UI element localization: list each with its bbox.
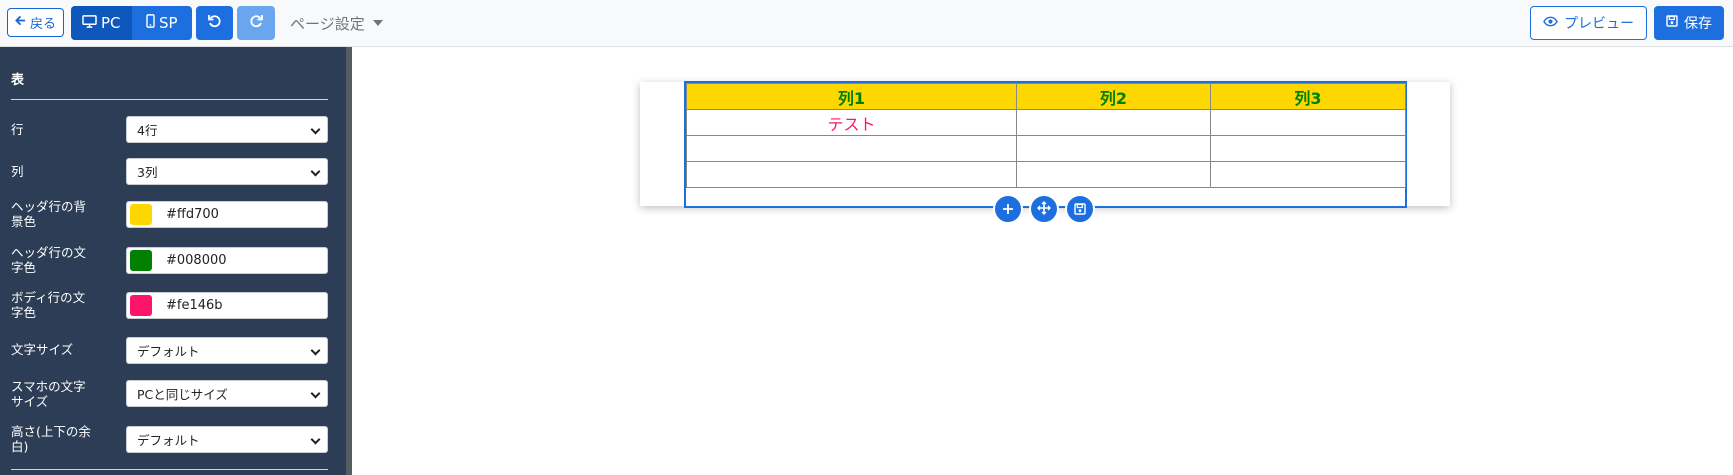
sidebar-divider	[11, 469, 328, 470]
body-text-swatch[interactable]	[130, 295, 152, 316]
page-settings-label: ページ設定	[290, 14, 365, 33]
undo-button[interactable]	[196, 6, 233, 40]
sp-font-size-value: PCと同じサイズ	[137, 387, 228, 402]
table-cell[interactable]: テスト	[686, 109, 1017, 136]
back-label: 戻る	[29, 17, 56, 32]
table-row: テスト	[686, 109, 1406, 136]
sidebar-divider	[11, 99, 328, 100]
table-cell[interactable]	[1016, 109, 1211, 136]
device-toggle: PC SP	[71, 6, 192, 40]
floppy-disk-icon	[1666, 15, 1678, 31]
floppy-disk-icon	[1074, 199, 1086, 220]
preview-label: プレビュー	[1564, 16, 1634, 32]
chevron-down-icon	[310, 166, 321, 177]
rows-label: 行	[11, 122, 24, 137]
table-cell[interactable]	[1016, 161, 1211, 188]
table-header-cell[interactable]: 列3	[1210, 83, 1406, 110]
smartphone-icon	[146, 14, 155, 32]
columns-value: 3列	[137, 165, 158, 180]
height-padding-select[interactable]: デフォルト	[126, 426, 328, 453]
chevron-down-icon	[310, 124, 321, 135]
save-block-button[interactable]	[1065, 194, 1095, 224]
back-button[interactable]: 戻る	[7, 8, 64, 37]
arrow-left-icon	[15, 15, 26, 30]
save-label: 保存	[1684, 16, 1712, 32]
height-padding-label: 高さ(上下の余白)	[11, 424, 91, 454]
device-pc-button[interactable]: PC	[71, 6, 132, 40]
add-block-button[interactable]	[993, 194, 1023, 224]
top-toolbar: 戻る PC SP ページ設定 プレビュー 保存	[0, 0, 1733, 47]
body-text-color-value: #fe146b	[166, 298, 223, 313]
sp-font-size-label: スマホの文字サイズ	[11, 379, 86, 409]
redo-icon	[248, 13, 264, 33]
rows-select[interactable]: 4行	[126, 116, 328, 143]
page-settings-dropdown[interactable]: ページ設定	[290, 12, 383, 34]
preview-button[interactable]: プレビュー	[1530, 6, 1647, 40]
font-size-select[interactable]: デフォルト	[126, 337, 328, 364]
header-bg-swatch[interactable]	[130, 204, 152, 225]
device-sp-label: SP	[158, 14, 178, 32]
table-cell[interactable]	[686, 161, 1017, 188]
plus-icon	[1002, 199, 1014, 220]
sidebar-title: 表	[11, 73, 25, 88]
header-text-swatch[interactable]	[130, 250, 152, 271]
table-cell[interactable]	[1210, 161, 1406, 188]
table-cell[interactable]	[1210, 109, 1406, 136]
move-block-button[interactable]	[1029, 194, 1059, 224]
monitor-icon	[82, 14, 97, 32]
header-text-color-label: ヘッダ行の文字色	[11, 245, 87, 275]
eye-icon	[1543, 15, 1558, 31]
device-pc-label: PC	[100, 14, 121, 32]
font-size-label: 文字サイズ	[11, 342, 74, 357]
header-text-color-field[interactable]: #008000	[126, 247, 328, 274]
move-arrows-icon	[1037, 199, 1051, 220]
undo-icon	[207, 13, 223, 33]
sp-font-size-select[interactable]: PCと同じサイズ	[126, 380, 328, 407]
chevron-down-icon	[310, 345, 321, 356]
chevron-down-icon	[310, 434, 321, 445]
table-header-cell[interactable]: 列1	[686, 83, 1017, 110]
table-block[interactable]: 列1 列2 列3 テスト	[684, 81, 1407, 208]
redo-button[interactable]	[237, 6, 275, 40]
header-bg-label: ヘッダ行の背景色	[11, 199, 87, 229]
table-header-row: 列1 列2 列3	[686, 83, 1406, 110]
font-size-value: デフォルト	[137, 344, 200, 359]
caret-down-icon	[372, 20, 383, 26]
data-table: 列1 列2 列3 テスト	[686, 83, 1406, 188]
header-bg-value: #ffd700	[166, 207, 219, 222]
body-text-color-field[interactable]: #fe146b	[126, 292, 328, 319]
device-sp-button[interactable]: SP	[132, 6, 193, 40]
columns-select[interactable]: 3列	[126, 158, 328, 185]
chevron-down-icon	[310, 388, 321, 399]
body-text-color-label: ボディ行の文字色	[11, 290, 86, 320]
header-bg-color-field[interactable]: #ffd700	[126, 201, 328, 228]
table-header-cell[interactable]: 列2	[1016, 83, 1211, 110]
height-padding-value: デフォルト	[137, 433, 200, 448]
table-row	[686, 161, 1406, 188]
table-row	[686, 135, 1406, 162]
columns-label: 列	[11, 164, 24, 179]
save-button[interactable]: 保存	[1654, 6, 1724, 40]
rows-value: 4行	[137, 123, 158, 138]
header-text-color-value: #008000	[166, 253, 227, 268]
table-cell[interactable]	[1210, 135, 1406, 162]
table-cell[interactable]	[686, 135, 1017, 162]
table-cell[interactable]	[1016, 135, 1211, 162]
